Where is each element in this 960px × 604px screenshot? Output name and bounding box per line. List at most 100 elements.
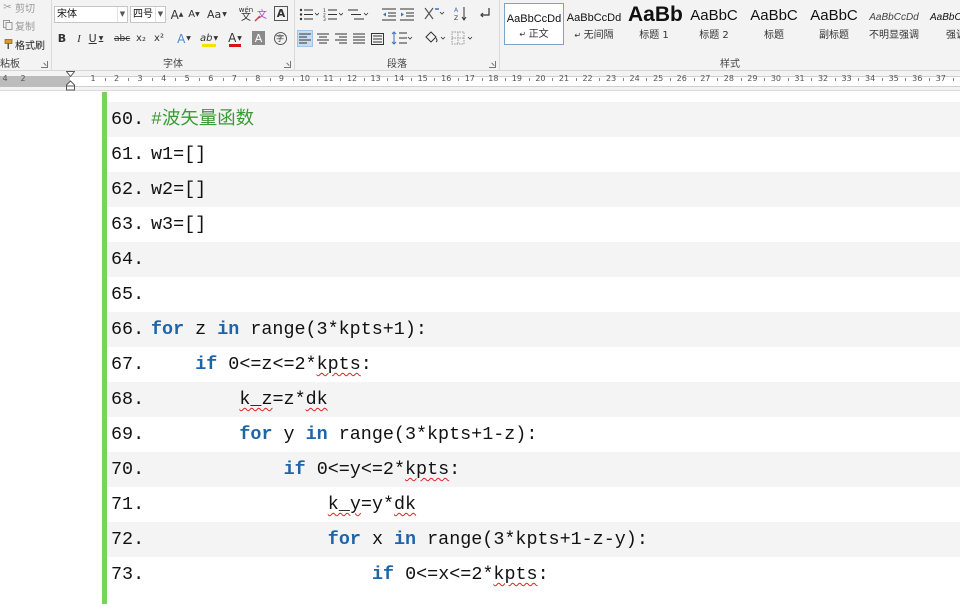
copy-button[interactable]: 复制 bbox=[2, 18, 35, 33]
misspelled-token: kpts bbox=[493, 564, 538, 585]
style-subtitle[interactable]: AaBbC 副标题 bbox=[804, 3, 864, 45]
cut-button[interactable]: ✂ 剪切 bbox=[2, 0, 35, 15]
format-painter-label: 格式刷 bbox=[15, 40, 45, 52]
code-line[interactable]: 71. k_y=y*dk bbox=[107, 487, 960, 522]
multilevel-list-button[interactable] bbox=[347, 6, 369, 23]
font-size-combo[interactable]: 四号 ▼ bbox=[130, 6, 166, 23]
text-effects-button[interactable]: A ▼ bbox=[176, 30, 192, 47]
align-right-button[interactable] bbox=[333, 30, 349, 47]
ruler-tick bbox=[834, 78, 836, 81]
chevron-down-icon[interactable]: ▼ bbox=[117, 7, 127, 22]
code-token: x bbox=[360, 529, 395, 550]
code-text: #波矢量函数 bbox=[151, 102, 254, 137]
phonetic-guide-button[interactable]: wén 文 bbox=[238, 5, 254, 22]
character-border-button[interactable]: A bbox=[274, 6, 288, 21]
code-line[interactable]: 65. bbox=[107, 277, 960, 312]
sort-button[interactable]: AZ bbox=[453, 5, 469, 22]
distribute-button[interactable] bbox=[369, 30, 385, 47]
style-no-spacing[interactable]: AaBbCcDd ↵ 无间隔 bbox=[564, 3, 624, 45]
code-line[interactable]: 62. w2=[] bbox=[107, 172, 960, 207]
borders-button[interactable] bbox=[451, 29, 475, 46]
decrease-indent-button[interactable] bbox=[381, 6, 397, 23]
show-marks-button[interactable] bbox=[477, 5, 493, 22]
ruler-tick bbox=[740, 78, 742, 81]
enclose-characters-button[interactable]: 字 bbox=[272, 30, 288, 47]
style-title[interactable]: AaBbC 标题 bbox=[744, 3, 804, 45]
align-center-button[interactable] bbox=[315, 30, 331, 47]
style-emphasis[interactable]: AaBbCcDd 强调 bbox=[924, 3, 960, 45]
style-heading-1[interactable]: AaBb 标题 1 bbox=[624, 3, 684, 45]
italic-button[interactable]: I bbox=[71, 30, 87, 47]
code-line[interactable]: 69. for y in range(3*kpts+1-z): bbox=[107, 417, 960, 452]
indent-marker-icon[interactable] bbox=[66, 71, 75, 91]
code-line[interactable]: 63. w3=[] bbox=[107, 207, 960, 242]
ruler-tick bbox=[481, 78, 483, 81]
ruler-number: 14 bbox=[394, 74, 405, 83]
code-line[interactable]: 61. w1=[] bbox=[107, 137, 960, 172]
ruler-tick bbox=[646, 78, 648, 81]
bold-button[interactable]: B bbox=[54, 30, 70, 47]
ruler-tick bbox=[151, 78, 153, 81]
horizontal-ruler[interactable]: 4 2 1 2 3 4 5 6 7 8 9 10 11 12 13 14 15 16 17 18 19 20 21 22 23 2… bbox=[0, 71, 960, 91]
ruler-number: 34 bbox=[865, 74, 876, 83]
font-name-combo[interactable]: 宋体 ▼ bbox=[54, 6, 128, 23]
line-spacing-button[interactable] bbox=[391, 29, 413, 46]
superscript-button[interactable]: x² bbox=[151, 30, 167, 47]
font-size-value: 四号 bbox=[133, 9, 153, 20]
clear-format-button[interactable]: 文 bbox=[254, 5, 270, 22]
chinese-layout-button[interactable] bbox=[423, 5, 445, 22]
strikethrough-button[interactable]: abc bbox=[114, 30, 130, 47]
chevron-down-icon[interactable]: ▼ bbox=[155, 7, 165, 22]
numbering-button[interactable]: 123 bbox=[323, 6, 343, 23]
code-line[interactable]: 68. k_z=z*dk bbox=[107, 382, 960, 417]
ruler-tick bbox=[764, 78, 766, 81]
code-line[interactable]: 70. if 0<=y<=2*kpts: bbox=[107, 452, 960, 487]
ruler-number: 29 bbox=[747, 74, 758, 83]
ruler-number: 20 bbox=[535, 74, 546, 83]
ruler-tick bbox=[575, 78, 577, 81]
code-line[interactable]: 60. #波矢量函数 bbox=[107, 102, 960, 137]
document-page[interactable]: 60. #波矢量函数 61. w1=[] 62. w2=[] 63. w3=[] 64. 65. 6… bbox=[0, 92, 960, 604]
line-number: 68. bbox=[111, 389, 145, 410]
code-line[interactable]: 67. if 0<=z<=2*kpts: bbox=[107, 347, 960, 382]
align-center-icon bbox=[317, 33, 329, 44]
ruler-number: 33 bbox=[841, 74, 852, 83]
chinese-layout-icon bbox=[424, 7, 445, 20]
shrink-font-button[interactable]: A ▼ bbox=[186, 6, 202, 23]
style-normal[interactable]: AaBbCcDd ↵ 正文 bbox=[504, 3, 564, 45]
highlight-button[interactable]: ab ▼ bbox=[200, 28, 218, 48]
code-line[interactable]: 72. for x in range(3*kpts+1-z-y): bbox=[107, 522, 960, 557]
style-subtle-emphasis[interactable]: AaBbCcDd 不明显强调 bbox=[864, 3, 924, 45]
format-painter-button[interactable]: 格式刷 bbox=[2, 37, 45, 52]
code-token: =z* bbox=[272, 389, 306, 410]
code-text: if 0<=x<=2*kpts: bbox=[372, 557, 549, 592]
font-dialog-launcher[interactable] bbox=[284, 61, 291, 68]
justify-button[interactable] bbox=[351, 30, 367, 47]
increase-indent-button[interactable] bbox=[399, 6, 415, 23]
underline-button[interactable]: U ▼ bbox=[88, 30, 104, 47]
ruler-tick bbox=[905, 78, 907, 81]
bold-icon: B bbox=[57, 32, 67, 45]
grow-font-button[interactable]: A ▲ bbox=[169, 6, 185, 23]
align-left-button[interactable] bbox=[297, 30, 313, 47]
ruler-number: 18 bbox=[488, 74, 499, 83]
code-line[interactable]: 64. bbox=[107, 242, 960, 277]
grow-font-icon: A bbox=[170, 7, 179, 22]
clear-format-icon: 文 bbox=[254, 8, 267, 22]
clipboard-dialog-launcher[interactable] bbox=[41, 61, 48, 68]
code-text: w1=[] bbox=[151, 137, 206, 172]
paragraph-dialog-launcher[interactable] bbox=[489, 61, 496, 68]
style-heading-2[interactable]: AaBbC 标题 2 bbox=[684, 3, 744, 45]
bullets-button[interactable] bbox=[299, 6, 319, 23]
font-color-button[interactable]: A ▼ bbox=[227, 28, 243, 48]
shading-button[interactable] bbox=[423, 29, 447, 46]
justify-icon bbox=[353, 33, 365, 44]
code-line[interactable]: 73. if 0<=x<=2*kpts: bbox=[107, 557, 960, 592]
change-case-button[interactable]: Aa ▼ bbox=[207, 6, 227, 23]
ruler-tick bbox=[316, 78, 318, 81]
subscript-button[interactable]: x₂ bbox=[133, 30, 149, 47]
ruler-tick bbox=[434, 78, 436, 81]
code-line[interactable]: 66. for z in range(3*kpts+1): bbox=[107, 312, 960, 347]
character-shading-button[interactable]: A bbox=[252, 31, 265, 45]
ruler-number: 26 bbox=[676, 74, 687, 83]
